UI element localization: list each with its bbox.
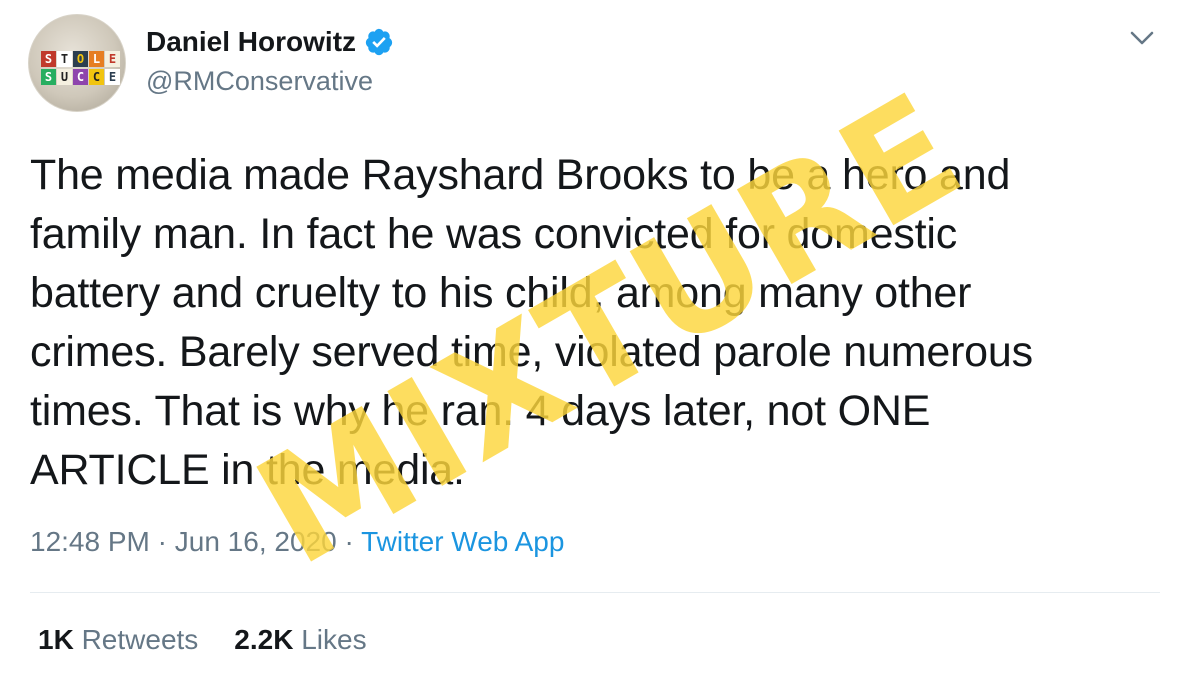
tweet-line: ARTICLE in the media.: [30, 446, 465, 494]
handle[interactable]: @RMConservative: [146, 66, 373, 97]
tweet-line: battery and cruelty to his child, among …: [30, 269, 972, 317]
tweet-line: family man. In fact he was convicted for…: [30, 210, 958, 258]
tweet-line: times. That is why he ran. 4 days later,…: [30, 387, 931, 435]
avatar-art: L: [89, 51, 104, 67]
retweets-label: Retweets: [81, 624, 199, 655]
engagement-stats: 1K Retweets 2.2K Likes: [38, 624, 367, 656]
chevron-down-icon[interactable]: [1128, 28, 1156, 48]
retweets-stat[interactable]: 1K Retweets: [38, 624, 198, 656]
meta-separator: ·: [157, 526, 167, 557]
tweet-line: The media made Rayshard Brooks to be a h…: [30, 151, 1011, 199]
avatar-art: E: [105, 51, 120, 67]
tweet-line: crimes. Barely served time, violated par…: [30, 328, 1033, 376]
avatar-art: O: [73, 51, 88, 67]
avatar-art: C: [73, 69, 88, 85]
likes-stat[interactable]: 2.2K Likes: [234, 624, 366, 656]
avatar-art: T: [57, 51, 72, 67]
tweet-date[interactable]: Jun 16, 2020: [175, 526, 337, 557]
likes-label: Likes: [301, 624, 367, 655]
author-row: Daniel Horowitz: [146, 26, 394, 58]
verified-badge-icon: [365, 28, 393, 56]
tweet-time[interactable]: 12:48 PM: [30, 526, 150, 557]
avatar-art: C: [89, 69, 104, 85]
retweets-count: 1K: [38, 624, 74, 655]
tweet-text: The media made Rayshard Brooks to be a h…: [30, 146, 1150, 500]
tweet-source-link[interactable]: Twitter Web App: [361, 526, 564, 557]
avatar-art: E: [105, 69, 120, 85]
tweet-meta: 12:48 PM · Jun 16, 2020 · Twitter Web Ap…: [30, 526, 564, 558]
avatar[interactable]: S T O L E S U C C E: [28, 14, 126, 112]
divider: [30, 592, 1160, 593]
meta-separator: ·: [344, 526, 354, 557]
avatar-art: S: [41, 69, 56, 85]
tweet-card: S T O L E S U C C E Daniel Horowitz @RMC…: [0, 0, 1200, 680]
avatar-art: U: [57, 69, 72, 85]
avatar-art: S: [41, 51, 56, 67]
likes-count: 2.2K: [234, 624, 294, 655]
display-name[interactable]: Daniel Horowitz: [146, 26, 356, 58]
